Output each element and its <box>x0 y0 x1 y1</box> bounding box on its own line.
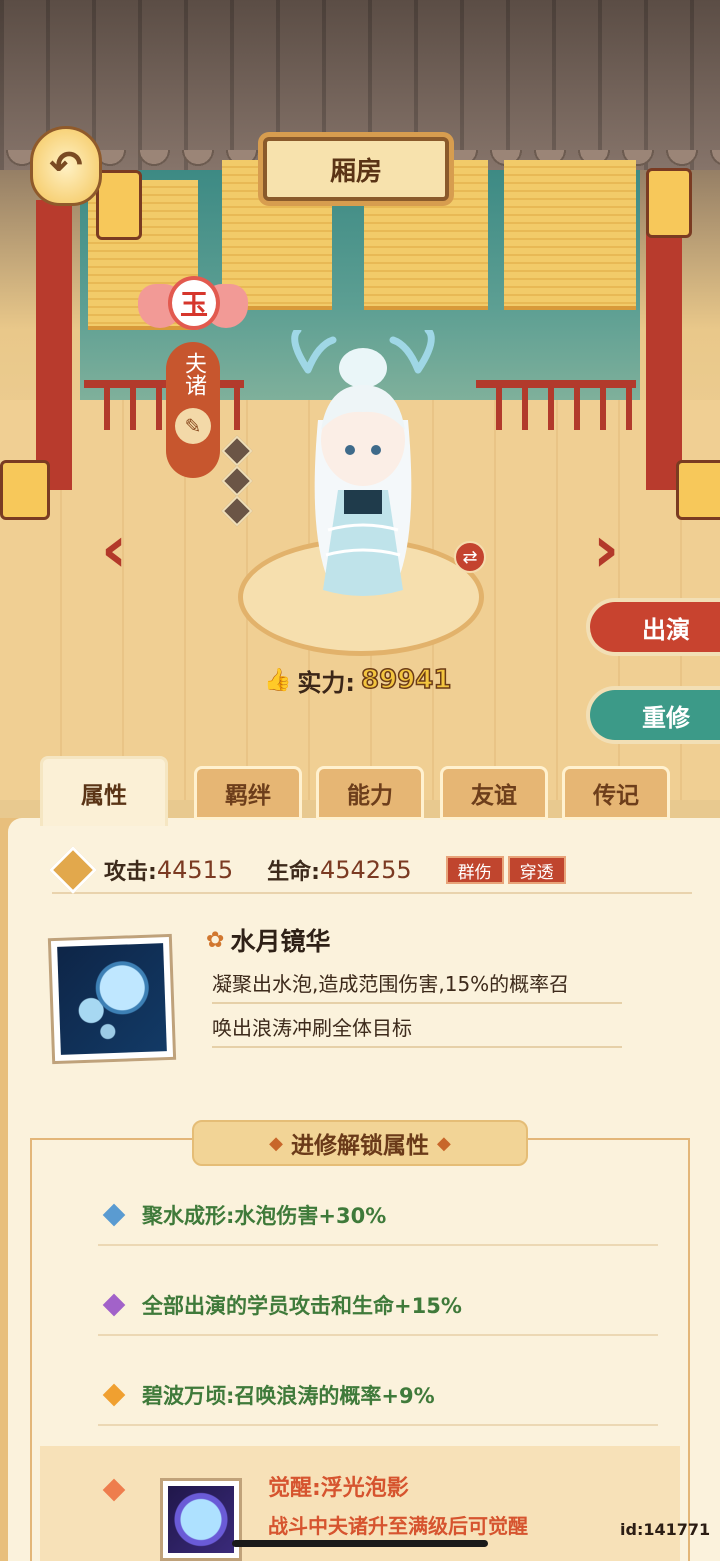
awaken-skill-card[interactable] <box>160 1478 242 1561</box>
tab-friendship[interactable]: 友谊 <box>440 766 548 820</box>
character-name: 夫诸 <box>181 352 206 396</box>
rank-badge: 玉 <box>138 270 248 344</box>
back-button[interactable]: ↶ <box>30 126 102 206</box>
chevron-right-icon: › <box>592 513 620 587</box>
perk-text: 碧波万顷:召唤浪涛的概率+9% <box>142 1384 435 1408</box>
pillar <box>646 200 682 490</box>
unlock-section-title: 进修解锁属性 <box>291 1133 429 1159</box>
user-id: id:141771 <box>620 1520 711 1539</box>
power-value: 89941 <box>360 664 452 696</box>
blue-gem-icon <box>102 1203 126 1227</box>
perk-text: 聚水成形:水泡伤害+30% <box>142 1204 387 1228</box>
lantern-icon <box>96 170 142 240</box>
skill-desc-line: 凝聚出水泡,造成范围伤害,15%的概率召 <box>212 962 622 1004</box>
swap-outfit-button[interactable]: ⇄ <box>454 541 486 573</box>
hp-label: 生命: <box>267 860 320 885</box>
unlock-section-header: ◆ 进修解锁属性 ◆ <box>192 1120 528 1166</box>
lantern-icon <box>676 460 720 520</box>
prev-character-button[interactable]: ‹ <box>84 512 144 588</box>
hp-value: 454255 <box>319 856 412 884</box>
skill-name: 水月镜华 <box>230 927 331 956</box>
awaken-description: 战斗中夫诸升至满级后可觉醒 <box>268 1514 528 1538</box>
perk-item: 碧波万顷:召唤浪涛的概率+9% <box>98 1366 658 1426</box>
skill-desc-line: 唤出浪涛冲刷全体目标 <box>212 1006 622 1048</box>
railing <box>84 380 244 430</box>
diamond-icon: ◆ <box>269 1132 283 1154</box>
thumbs-up-icon: 👍 <box>264 667 292 693</box>
water-bubble-icon <box>57 943 167 1055</box>
tab-bonds[interactable]: 羁绊 <box>194 766 302 820</box>
tab-bar: 属性 羁绊 能力 友谊 传记 <box>40 756 720 826</box>
retrain-button[interactable]: 重修 <box>586 686 720 744</box>
railing <box>476 380 636 430</box>
diamond-icon: ◆ <box>437 1132 451 1154</box>
tab-attributes[interactable]: 属性 <box>40 756 168 826</box>
tab-abilities[interactable]: 能力 <box>316 766 424 820</box>
pillar <box>36 200 72 490</box>
page-title: 厢房 <box>263 137 449 201</box>
swap-icon: ⇄ <box>462 546 478 568</box>
tag-pierce: 穿透 <box>507 856 566 884</box>
home-indicator[interactable] <box>232 1540 488 1547</box>
skill-gear-icon: ✿ <box>206 927 225 953</box>
floating-bubble-icon <box>168 1486 234 1553</box>
brush-icon[interactable]: ✎ <box>175 408 211 444</box>
attribute-icon <box>48 845 98 895</box>
next-character-button[interactable]: › <box>576 512 636 588</box>
purple-gem-icon <box>102 1293 126 1317</box>
perk-text: 全部出演的学员攻击和生命+15% <box>142 1294 462 1318</box>
power-label: 实力: <box>297 668 356 697</box>
tag-aoe: 群伤 <box>445 856 504 884</box>
orange-gem-icon <box>102 1383 126 1407</box>
attack-label: 攻击: <box>104 860 157 885</box>
attack-value: 44515 <box>156 856 234 884</box>
perk-item: 聚水成形:水泡伤害+30% <box>98 1186 658 1246</box>
character-sprite[interactable] <box>278 330 448 610</box>
bamboo-blind <box>504 160 636 310</box>
rank-glyph: 玉 <box>168 276 220 330</box>
chevron-left-icon: ‹ <box>100 513 128 587</box>
perk-item: 全部出演的学员攻击和生命+15% <box>98 1276 658 1336</box>
power-display: 👍 实力: 89941 <box>264 662 452 698</box>
lantern-icon <box>0 460 50 520</box>
skill-card[interactable] <box>47 933 177 1065</box>
stats-row: 攻击: 44515 生命: 454255 群伤 穿透 <box>48 845 692 895</box>
tab-biography[interactable]: 传记 <box>562 766 670 820</box>
skill-title: ✿ 水月镜华 <box>206 922 330 958</box>
awaken-title: 觉醒:浮光泡影 <box>268 1476 409 1501</box>
back-arrow-icon: ↶ <box>49 143 83 189</box>
lantern-icon <box>646 168 692 238</box>
character-name-tag: 夫诸 ✎ <box>166 342 220 478</box>
perform-button[interactable]: 出演 <box>586 598 720 656</box>
